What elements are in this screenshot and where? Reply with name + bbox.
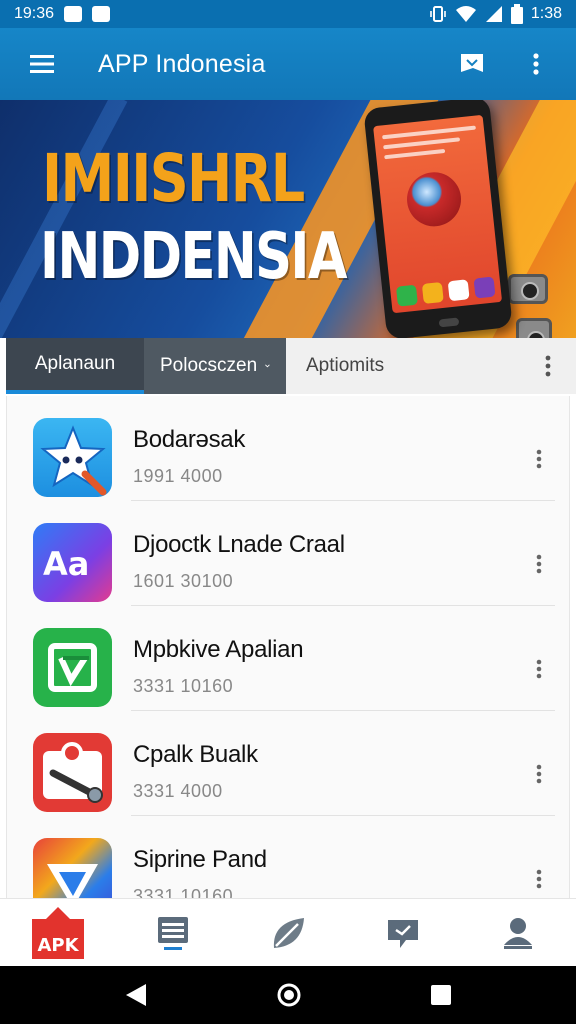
profile-icon [504,917,533,949]
notification-image-icon [64,6,83,22]
app-bar: APP Indonesia [0,28,576,100]
back-icon[interactable] [124,982,148,1008]
notification-app-icon [92,6,111,22]
more-vert-icon [545,355,551,377]
banner-decoration [0,100,128,338]
recents-icon[interactable] [430,984,452,1006]
hamburger-menu-button[interactable] [20,42,64,86]
item-overflow-button[interactable] [527,759,551,789]
tab-label: Aptiomits [306,355,385,376]
battery-icon [510,4,523,24]
app-name: Siprine Pand [133,846,267,873]
app-name: Mpbkive Apalian [133,636,304,663]
chevron-down-icon [265,364,270,368]
bottom-navigation: APK [0,898,576,966]
vibrate-icon [430,6,446,22]
app-list: Bodarəsak 1991 4000 Aa Djooctk Lnade Cra… [6,396,570,898]
app-title: APP Indonesia [98,49,266,78]
nav-apk-home[interactable]: APK [0,899,115,966]
flag-button[interactable] [452,44,492,84]
tab-label: Polocsczen [160,355,258,376]
more-vert-icon [536,764,542,784]
overflow-menu-button[interactable] [516,44,556,84]
more-vert-icon [533,53,539,75]
cell-signal-icon [485,6,502,22]
aa-app-icon: Aa [33,523,112,602]
nav-discover[interactable] [230,899,345,966]
chat-icon [388,919,419,948]
banner-headline-top: IMIISHRL [42,140,305,217]
promo-banner[interactable]: IMIISHRL INDDENSIA [0,100,576,338]
more-vert-icon [536,554,542,574]
item-overflow-button[interactable] [527,654,551,684]
app-name: Cpalk Bualk [133,741,258,768]
phone-illustration [363,100,513,338]
list-item[interactable]: Aa Djooctk Lnade Craal 1601 30100 [7,501,569,606]
svg-text:Aa: Aa [43,545,89,583]
app-name: Djooctk Lnade Craal [133,531,345,558]
app-meta: 3331 10160 [133,676,234,696]
category-tabs: Aplanaun Polocsczen Aptiomits [6,338,576,394]
app-meta: 3331 10160 [133,886,234,898]
more-vert-icon [536,659,542,679]
system-navigation-bar [0,966,576,1024]
ball-image [404,169,464,229]
apk-home-icon: APK [31,906,84,959]
green-app-icon [33,628,112,707]
tab-polocsczen[interactable]: Polocsczen [144,338,286,394]
status-time: 19:36 [14,5,55,22]
item-overflow-button[interactable] [527,444,551,474]
list-item[interactable]: Mpbkive Apalian 3331 10160 [7,606,569,711]
camera-icon [516,318,552,338]
item-overflow-button[interactable] [527,549,551,579]
star-app-icon [33,418,112,497]
app-name: Bodarəsak [133,426,246,453]
nav-messages[interactable] [346,899,461,966]
wifi-icon [455,6,476,22]
hamburger-menu-icon [30,55,54,73]
home-icon[interactable] [276,982,302,1008]
nav-profile[interactable] [461,899,576,966]
red-app-icon [33,733,112,812]
status-clock: 1:38 [530,5,562,22]
more-vert-icon [536,449,542,469]
status-bar: 19:36 1:38 [0,0,576,28]
nav-list[interactable] [115,899,230,966]
camera-icon [508,274,548,304]
list-icon [157,916,188,950]
list-item[interactable]: Cpalk Bualk 3331 4000 [7,711,569,816]
list-item[interactable]: Bodarəsak 1991 4000 [7,396,569,501]
tab-label: Aplanaun [34,353,116,374]
tabs-overflow-button[interactable] [520,338,576,394]
tab-aplanaun[interactable]: Aplanaun [6,338,144,394]
apk-label: APK [37,935,79,956]
app-meta: 1601 30100 [133,571,234,591]
gradient-app-icon [33,838,112,898]
banner-headline-bottom: INDDENSIA [40,220,347,294]
flag-icon [461,54,483,72]
item-overflow-button[interactable] [527,864,551,894]
tab-aptiomits[interactable]: Aptiomits [286,338,400,394]
app-meta: 1991 4000 [133,466,223,486]
more-vert-icon [536,869,542,889]
list-item[interactable]: Siprine Pand 3331 10160 [7,816,569,898]
app-meta: 3331 4000 [133,781,223,801]
leaf-icon [273,917,304,948]
